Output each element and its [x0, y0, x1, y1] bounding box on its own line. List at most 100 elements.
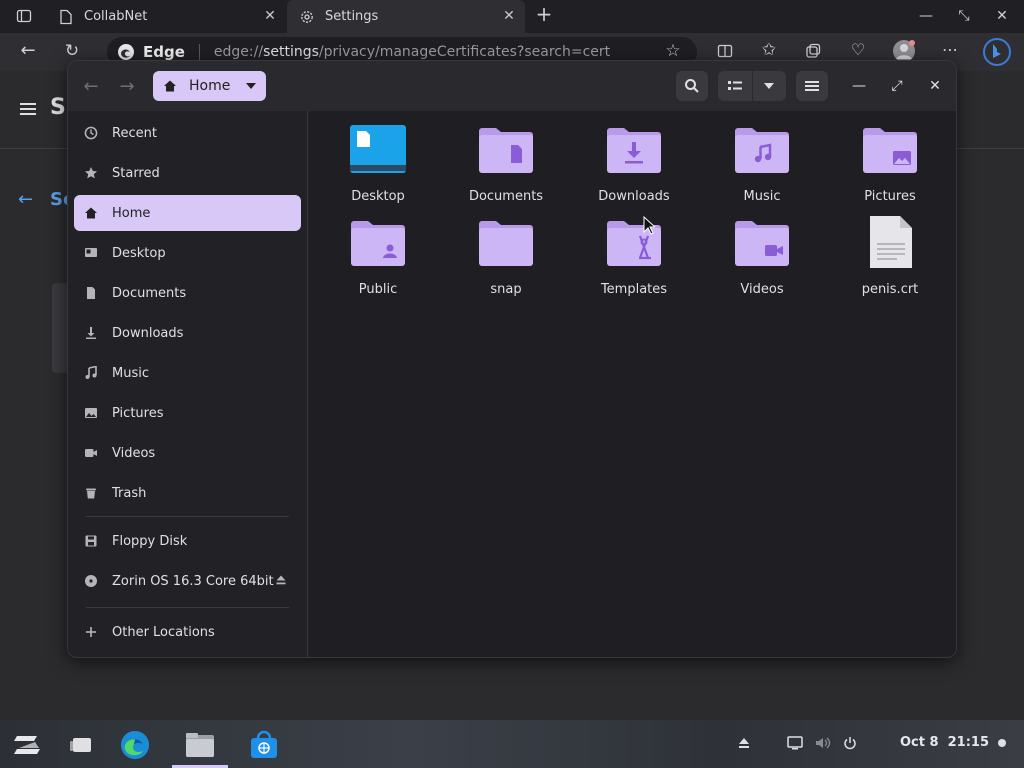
edge-browser-icon[interactable] — [120, 730, 150, 760]
back-arrow-icon[interactable]: ← — [76, 71, 106, 101]
eject-icon[interactable] — [275, 574, 287, 586]
menu-icon[interactable] — [20, 103, 36, 115]
software-store-icon[interactable] — [249, 730, 279, 760]
sidebar-item-pictures[interactable]: Pictures — [74, 395, 301, 431]
sidebar-item-label: Music — [112, 365, 149, 381]
edge-logo-icon — [118, 44, 134, 60]
folder-item-public[interactable]: Public — [328, 216, 428, 304]
search-icon — [685, 79, 699, 93]
eject-icon[interactable] — [737, 735, 753, 751]
edge-label: Edge — [143, 43, 185, 61]
sidebar-item-home[interactable]: Home — [74, 195, 301, 231]
sidebar-item-label: Zorin OS 16.3 Core 64bit — [112, 573, 274, 589]
desktop-folder-icon — [349, 123, 407, 179]
files-app-icon[interactable] — [185, 730, 215, 760]
folder-item-downloads[interactable]: Downloads — [584, 123, 684, 211]
list-icon — [727, 81, 742, 90]
tab-actions-icon[interactable] — [16, 8, 32, 24]
folder-item-pictures[interactable]: Pictures — [840, 123, 940, 211]
view-options-button[interactable] — [752, 71, 786, 101]
file-item-penis-crt[interactable]: penis.crt — [840, 216, 940, 304]
path-bar-home[interactable]: Home — [153, 71, 266, 101]
power-icon[interactable] — [843, 735, 859, 751]
performance-icon[interactable]: ♡ — [848, 42, 868, 58]
sidebar-item-floppy-disk[interactable]: Floppy Disk — [74, 523, 301, 559]
search-button[interactable] — [676, 71, 708, 101]
close-icon[interactable]: ✕ — [923, 71, 947, 101]
document-icon — [83, 285, 99, 301]
home-icon — [83, 205, 99, 221]
gear-icon — [301, 10, 313, 23]
sidebar-item-other-locations[interactable]: Other Locations — [74, 614, 301, 650]
sidebar-item-zorin-os-16-3-core-64bit[interactable]: Zorin OS 16.3 Core 64bit — [74, 563, 301, 599]
main-menu-button[interactable] — [796, 71, 828, 101]
sidebar-item-label: Pictures — [112, 405, 164, 421]
sidebar-item-label: Other Locations — [112, 624, 215, 640]
display-icon[interactable] — [787, 735, 803, 751]
sidebar-item-music[interactable]: Music — [74, 355, 301, 391]
downloads-folder-icon — [605, 123, 663, 179]
new-tab-icon[interactable]: + — [535, 4, 553, 26]
sidebar-item-label: Home — [112, 205, 151, 221]
item-label: Music — [743, 189, 781, 204]
music-icon — [83, 365, 99, 381]
close-window-icon[interactable]: ✕ — [994, 8, 1010, 24]
sidebar-item-documents[interactable]: Documents — [74, 275, 301, 311]
settings-title: S — [50, 95, 66, 120]
text-file-icon — [861, 216, 919, 272]
public-folder-icon — [349, 216, 407, 272]
favorites-icon[interactable]: ✩ — [760, 42, 778, 59]
zorin-menu-icon[interactable] — [12, 730, 42, 760]
sidebar-item-label: Floppy Disk — [112, 533, 188, 549]
volume-icon[interactable] — [815, 735, 831, 751]
list-view-button[interactable] — [718, 71, 752, 101]
folder-item-desktop[interactable]: Desktop — [328, 123, 428, 211]
sidebar-item-label: Videos — [112, 445, 156, 461]
restore-icon[interactable]: ⤡ — [956, 8, 972, 24]
item-label: Desktop — [351, 189, 405, 204]
favorite-star-icon[interactable]: ☆ — [664, 43, 682, 60]
close-tab-icon[interactable]: ✕ — [501, 8, 517, 24]
item-label: Documents — [468, 189, 544, 204]
minimize-icon[interactable]: — — [847, 71, 871, 101]
chevron-down-icon — [764, 83, 775, 89]
folder-item-templates[interactable]: Templates — [584, 216, 684, 304]
page-icon — [60, 9, 72, 24]
folder-item-videos[interactable]: Videos — [712, 216, 812, 304]
plain-folder-icon — [477, 216, 535, 272]
forward-arrow-icon[interactable]: → — [112, 71, 142, 101]
clock-icon — [83, 125, 99, 141]
sidebar-item-trash[interactable]: Trash — [74, 475, 301, 511]
file-grid: Desktop Documents Downloads Music Pictures Pu… — [309, 111, 956, 657]
close-tab-icon[interactable]: ✕ — [262, 8, 278, 24]
sidebar-item-desktop[interactable]: Desktop — [74, 235, 301, 271]
sidebar-item-recent[interactable]: Recent — [74, 115, 301, 151]
browser-tab-bar: CollabNet ✕ Settings ✕ + — ⤡ ✕ — [0, 0, 1024, 33]
tab-collabnet[interactable]: CollabNet ✕ — [46, 0, 286, 33]
bing-copilot-icon[interactable] — [982, 37, 1012, 67]
sidebar: Recent Starred Home Desktop Documents Downloa… — [68, 111, 308, 657]
notification-dot-icon[interactable] — [998, 739, 1006, 747]
picture-icon — [83, 405, 99, 421]
folder-item-documents[interactable]: Documents — [456, 123, 556, 211]
sidebar-item-label: Documents — [112, 285, 187, 301]
refresh-icon[interactable]: ↻ — [62, 43, 82, 60]
mouse-cursor-icon — [643, 216, 655, 235]
sidebar-item-videos[interactable]: Videos — [74, 435, 301, 471]
sidebar-item-downloads[interactable]: Downloads — [74, 315, 301, 351]
more-menu-icon[interactable]: ⋯ — [940, 42, 960, 58]
maximize-icon[interactable]: ⤢ — [885, 71, 909, 101]
sidebar-item-label: Downloads — [112, 325, 184, 341]
clock[interactable]: Oct 8 21:15 — [900, 735, 989, 750]
folder-item-music[interactable]: Music — [712, 123, 812, 211]
workspaces-icon[interactable] — [66, 730, 96, 760]
back-arrow-icon[interactable]: ← — [18, 42, 38, 60]
folder-item-snap[interactable]: snap — [456, 216, 556, 304]
hamburger-icon — [805, 81, 819, 91]
item-label: penis.crt — [861, 282, 919, 297]
tab-settings[interactable]: Settings ✕ — [287, 0, 525, 33]
back-arrow-icon[interactable]: ← — [18, 189, 33, 210]
sidebar-item-starred[interactable]: Starred — [74, 155, 301, 191]
trash-icon — [83, 485, 99, 501]
minimize-icon[interactable]: — — [918, 8, 934, 24]
